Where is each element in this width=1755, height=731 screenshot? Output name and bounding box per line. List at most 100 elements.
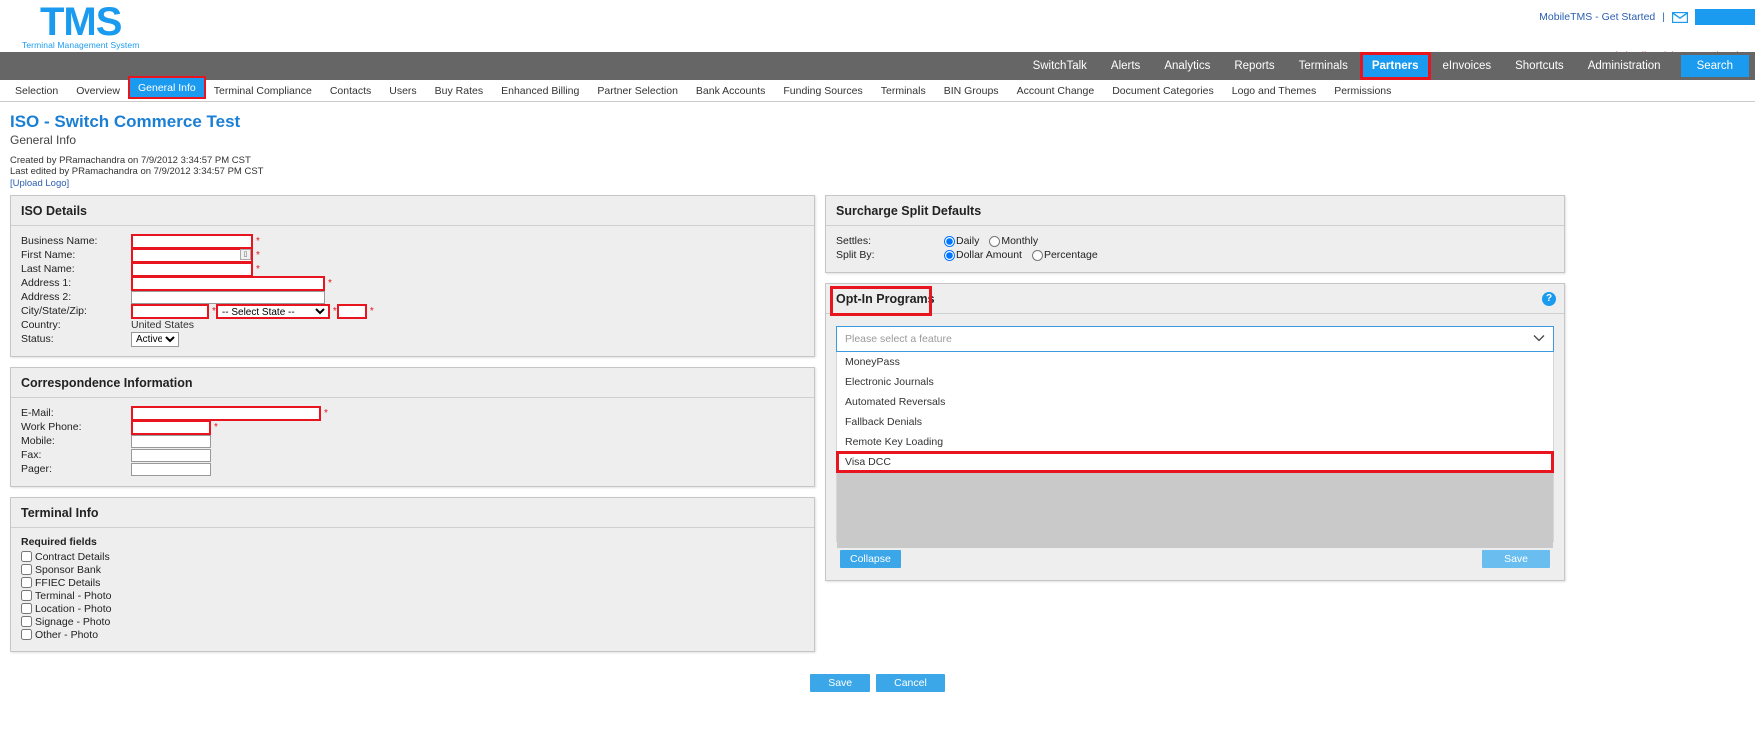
subnav-item-permissions[interactable]: Permissions [1325,80,1400,101]
checkbox-ffiec-details[interactable] [21,577,32,588]
mobile-input[interactable] [131,434,211,448]
settles-option-daily[interactable]: Daily [944,235,979,247]
address1-input[interactable] [131,275,325,291]
page-title: ISO - Switch Commerce Test [10,112,241,131]
subnav-item-account-change[interactable]: Account Change [1008,80,1104,101]
checkbox-signage-photo[interactable] [21,616,32,627]
upload-logo-link[interactable]: [Upload Logo] [10,178,69,190]
split-by-radio-dollar[interactable] [944,249,955,261]
surcharge-heading: Surcharge Split Defaults [826,196,1564,226]
settles-option-monthly[interactable]: Monthly [989,235,1038,247]
pager-input[interactable] [131,462,211,476]
nav-item-partners[interactable]: Partners [1359,52,1431,80]
settles-monthly-label: Monthly [1001,235,1039,247]
help-icon[interactable]: ? [1542,292,1556,306]
nav-item-einvoices[interactable]: eInvoices [1431,52,1504,80]
logo-text: TMS [39,0,122,44]
field-row-last-name: Last Name: * [21,261,804,277]
tms-logo[interactable]: TMS Terminal Management System [22,2,139,50]
search-button[interactable]: Search [1680,55,1749,77]
fax-input[interactable] [131,448,211,462]
split-by-option-dollar[interactable]: Dollar Amount [944,249,1022,261]
subnav-item-document-categories[interactable]: Document Categories [1103,80,1223,101]
optin-programs-panel: Opt-In Programs ? Please select a featur… [825,283,1565,581]
terminal-info-body: Required fields Contract Details Sponsor… [11,528,814,651]
state-select[interactable]: -- Select State -- [215,303,330,319]
nav-item-shortcuts[interactable]: Shortcuts [1503,52,1576,80]
subnav-item-terminal-compliance[interactable]: Terminal Compliance [205,80,321,101]
checkbox-row-signage-photo[interactable]: Signage - Photo [21,615,804,628]
collapse-button[interactable]: Collapse [840,550,901,568]
email-input[interactable] [131,405,321,421]
business-name-label: Business Name: [21,235,98,247]
nav-item-administration[interactable]: Administration [1576,52,1673,80]
subnav-item-logo-and-themes[interactable]: Logo and Themes [1223,80,1325,101]
feature-select[interactable]: Please select a feature [836,326,1554,352]
zip-input[interactable] [336,303,367,319]
split-by-row: Split By: Dollar Amount Percentage [836,248,1554,262]
city-input[interactable] [131,303,209,319]
checkbox-row-terminal-photo[interactable]: Terminal - Photo [21,589,804,602]
address2-input[interactable] [131,290,325,304]
form-actions: Save Cancel [10,674,1745,702]
nav-item-terminals[interactable]: Terminals [1287,52,1360,80]
checkbox-label-ffiec-details: FFIEC Details [35,576,101,589]
subnav-item-funding-sources[interactable]: Funding Sources [774,80,871,101]
feature-item-remote-key-loading[interactable]: Remote Key Loading [837,432,1553,452]
feature-item-automated-reversals[interactable]: Automated Reversals [837,392,1553,412]
subnav-item-contacts[interactable]: Contacts [321,80,380,101]
settles-radio-monthly[interactable] [989,235,1001,247]
subnav-item-users[interactable]: Users [380,80,425,101]
checkbox-row-contract-details[interactable]: Contract Details [21,550,804,563]
checkbox-other-photo[interactable] [21,629,32,640]
settles-radio-daily[interactable] [944,235,955,247]
save-button[interactable]: Save [810,674,871,692]
checkbox-row-ffiec-details[interactable]: FFIEC Details [21,576,804,589]
checkbox-terminal-photo[interactable] [21,590,32,601]
sub-navigation: Selection Overview General Info Terminal… [0,76,1755,102]
checkbox-label-location-photo: Location - Photo [35,602,112,615]
cancel-button[interactable]: Cancel [876,674,945,692]
work-phone-input[interactable] [131,419,211,435]
checkbox-contract-details[interactable] [21,551,32,562]
status-select[interactable]: Active [131,331,179,347]
subnav-item-bank-accounts[interactable]: Bank Accounts [687,80,774,101]
last-name-input[interactable] [131,261,253,277]
subnav-item-buy-rates[interactable]: Buy Rates [426,80,492,101]
feature-item-fallback-denials[interactable]: Fallback Denials [837,412,1553,432]
nav-item-switchtalk[interactable]: SwitchTalk [1021,52,1099,80]
optin-programs-heading: Opt-In Programs [826,284,1564,316]
required-star: * [256,249,260,261]
nav-item-analytics[interactable]: Analytics [1152,52,1222,80]
split-by-option-percentage[interactable]: Percentage [1031,249,1098,261]
first-name-input[interactable] [131,247,253,263]
subnav-item-partner-selection[interactable]: Partner Selection [588,80,687,101]
optin-save-button[interactable]: Save [1482,550,1550,568]
subnav-item-enhanced-billing[interactable]: Enhanced Billing [492,80,588,101]
user-account-box[interactable] [1695,9,1755,25]
first-name-picker-icon[interactable]: ▯ [240,248,251,260]
split-by-radio-percentage[interactable] [1031,249,1043,261]
field-row-address2: Address 2: [21,290,804,304]
checkbox-sponsor-bank[interactable] [21,564,32,575]
mobiletms-link[interactable]: MobileTMS - Get Started [1539,11,1655,23]
subnav-item-selection[interactable]: Selection [6,80,67,101]
field-row-city-state-zip: City/State/Zip: * -- Select State -- * * [21,303,804,319]
business-name-input[interactable] [131,233,253,249]
subnav-item-overview[interactable]: Overview [67,80,129,101]
envelope-icon[interactable] [1671,11,1689,23]
feature-item-visa-dcc[interactable]: Visa DCC [836,451,1554,473]
checkbox-location-photo[interactable] [21,603,32,614]
checkbox-row-other-photo[interactable]: Other - Photo [21,628,804,641]
feature-item-moneypass[interactable]: MoneyPass [837,352,1553,372]
nav-item-reports[interactable]: Reports [1222,52,1286,80]
subnav-item-terminals[interactable]: Terminals [872,80,935,101]
mobile-label: Mobile: [21,435,55,447]
header-right-links: MobileTMS - Get Started | [1539,9,1755,25]
subnav-item-bin-groups[interactable]: BIN Groups [935,80,1008,101]
checkbox-row-location-photo[interactable]: Location - Photo [21,602,804,615]
nav-item-alerts[interactable]: Alerts [1099,52,1152,80]
checkbox-row-sponsor-bank[interactable]: Sponsor Bank [21,563,804,576]
subnav-item-general-info[interactable]: General Info [127,76,206,99]
feature-item-electronic-journals[interactable]: Electronic Journals [837,372,1553,392]
